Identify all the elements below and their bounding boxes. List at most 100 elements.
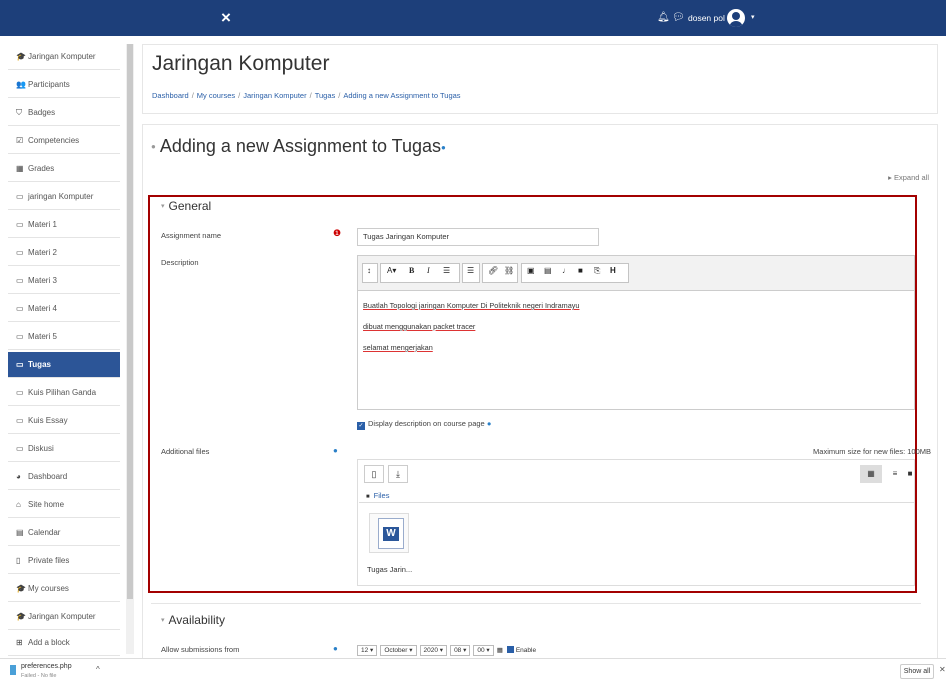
- sidebar-item-materi-1[interactable]: ▭ Materi 1: [8, 212, 120, 238]
- bold-icon[interactable]: B: [409, 266, 414, 275]
- font-style-icon[interactable]: A▾: [387, 266, 396, 275]
- additional-files-label: Additional files: [161, 447, 210, 456]
- avatar[interactable]: [727, 9, 745, 27]
- month-select[interactable]: October ▾: [380, 645, 417, 656]
- add-file-icon[interactable]: ▯: [364, 465, 384, 483]
- assignment-name-input[interactable]: Tugas Jaringan Komputer: [357, 228, 599, 246]
- sidebar-item-calendar[interactable]: ▤ Calendar: [8, 520, 120, 546]
- sidebar-item-dashboard[interactable]: ◕ Dashboard: [8, 464, 120, 490]
- media-icon[interactable]: ▤: [544, 266, 552, 275]
- toolbar-group: A▾ B I ☰: [380, 263, 460, 283]
- sidebar-item-site-home[interactable]: ⌂ Site home: [8, 492, 120, 518]
- sidebar-item-competencies[interactable]: ☑ Competencies: [8, 128, 120, 154]
- toolbar-group: 🔗︎ ⛓: [482, 263, 518, 283]
- download-file-name[interactable]: preferences.php: [21, 663, 72, 670]
- file-drop-area[interactable]: W Tugas Jarin...: [359, 502, 914, 586]
- video-camera-icon[interactable]: ■: [578, 266, 583, 275]
- allow-submissions-date: 12 ▾ October ▾ 2020 ▾ 08 ▾ 00 ▾ ▦ Enable: [357, 645, 536, 656]
- sidebar-item-tugas[interactable]: ▭ Tugas: [8, 352, 120, 378]
- sidebar-item-badges[interactable]: ⛉ Badges: [8, 100, 120, 126]
- sidebar-item-add-a-block[interactable]: ⊞ Add a block: [8, 630, 120, 656]
- folder-icon: ▭: [16, 416, 24, 425]
- breadcrumb-course[interactable]: Jaringan Komputer: [243, 91, 306, 100]
- display-description-checkbox[interactable]: ✓: [357, 422, 365, 430]
- manage-files-icon[interactable]: ⎘: [594, 266, 600, 276]
- help-icon[interactable]: ●: [487, 419, 492, 428]
- chevron-down-icon[interactable]: ▾: [751, 13, 755, 21]
- sidebar-item-label: Tugas: [28, 360, 51, 369]
- unlink-icon[interactable]: ⛓: [504, 266, 514, 275]
- scrollbar-thumb[interactable]: [127, 44, 133, 599]
- breadcrumb-section[interactable]: Tugas: [315, 91, 336, 100]
- breadcrumb-current[interactable]: Adding a new Assignment to Tugas: [343, 91, 460, 100]
- sidebar-item-grades[interactable]: ▦ Grades: [8, 156, 120, 182]
- sidebar-item-diskusi[interactable]: ▭ Diskusi: [8, 436, 120, 462]
- description-editor[interactable]: ↕ A▾ B I ☰ ☰ 🔗︎ ⛓ ▣ ▤ ♩ ■ ⎘ H Buatlah To…: [357, 255, 915, 410]
- expand-all-link[interactable]: ▸ Expand all: [888, 173, 929, 182]
- day-select[interactable]: 12 ▾: [357, 645, 378, 656]
- top-navbar: × 🔔︎ 💬︎ dosen pol ▾: [0, 0, 946, 36]
- sidebar-item-label: jaringan Komputer: [28, 192, 94, 201]
- list-view-icon[interactable]: ≡: [884, 465, 906, 483]
- sidebar-item-label: Kuis Essay: [28, 416, 68, 425]
- editor-content[interactable]: Buatlah Topologi jaringan Komputer Di Po…: [358, 291, 914, 362]
- sidebar-item-label: Materi 2: [28, 248, 57, 257]
- help-icon[interactable]: ●: [333, 446, 338, 455]
- user-name[interactable]: dosen pol: [688, 13, 725, 23]
- italic-icon[interactable]: I: [427, 266, 430, 275]
- breadcrumb-my-courses[interactable]: My courses: [197, 91, 235, 100]
- sidebar-item-kuis-essay[interactable]: ▭ Kuis Essay: [8, 408, 120, 434]
- sidebar-item-kuis-pilihan-ganda[interactable]: ▭ Kuis Pilihan Ganda: [8, 380, 120, 406]
- section-general[interactable]: ▾ General: [161, 199, 211, 213]
- bell-icon[interactable]: 🔔︎: [657, 12, 670, 23]
- sidebar-item-private-files[interactable]: ▯ Private files: [8, 548, 120, 574]
- grid-view-icon[interactable]: ▦: [860, 465, 882, 483]
- image-icon[interactable]: ▣: [527, 266, 535, 275]
- h5p-icon[interactable]: H: [610, 266, 616, 275]
- section-availability[interactable]: ▾ Availability: [161, 613, 225, 627]
- minute-select[interactable]: 00 ▾: [473, 645, 494, 656]
- folder-icon: ■: [366, 494, 370, 500]
- sidebar-scrollbar[interactable]: [126, 44, 134, 654]
- sidebar-item-jaringan-komputer[interactable]: 🎓 Jaringan Komputer: [8, 44, 120, 70]
- sidebar-item-jaringan-komputer[interactable]: 🎓 Jaringan Komputer: [8, 604, 120, 630]
- page-title: Jaringan Komputer: [152, 52, 330, 75]
- sidebar-item-materi-2[interactable]: ▭ Materi 2: [8, 240, 120, 266]
- microphone-icon[interactable]: ♩: [562, 266, 570, 275]
- enable-checkbox[interactable]: [506, 646, 514, 653]
- word-logo-icon: W: [383, 527, 399, 541]
- sidebar-item-my-courses[interactable]: 🎓 My courses: [8, 576, 120, 602]
- assignment-icon: ●: [151, 142, 156, 151]
- sidebar-item-jaringan-komputer[interactable]: ▭ jaringan Komputer: [8, 184, 120, 210]
- help-icon[interactable]: ●: [441, 143, 446, 152]
- breadcrumb-dashboard[interactable]: Dashboard: [152, 91, 189, 100]
- sidebar-item-materi-5[interactable]: ▭ Materi 5: [8, 324, 120, 350]
- ordered-list-icon[interactable]: ☰: [467, 266, 474, 275]
- hour-select[interactable]: 08 ▾: [450, 645, 471, 656]
- sidebar-item-label: Add a block: [28, 638, 70, 647]
- collapse-toolbar-icon[interactable]: ↕: [367, 266, 371, 275]
- word-file-icon[interactable]: W: [369, 513, 409, 553]
- link-icon[interactable]: 🔗︎: [488, 266, 498, 275]
- file-name[interactable]: Tugas Jarin...: [367, 565, 412, 574]
- graduation-cap-icon: 🎓: [16, 52, 26, 61]
- calendar-icon[interactable]: ▦: [497, 647, 503, 654]
- help-icon[interactable]: ●: [333, 644, 338, 653]
- year-select[interactable]: 2020 ▾: [419, 645, 448, 656]
- sidebar-item-materi-3[interactable]: ▭ Materi 3: [8, 268, 120, 294]
- sidebar-item-materi-4[interactable]: ▭ Materi 4: [8, 296, 120, 322]
- users-icon: 👥: [16, 80, 26, 89]
- show-all-button[interactable]: Show all: [900, 664, 934, 679]
- sidebar-item-label: Competencies: [28, 136, 80, 145]
- badge-icon: ⛉: [16, 108, 22, 117]
- download-icon[interactable]: ⤓: [388, 465, 408, 483]
- chevron-up-icon[interactable]: ^: [96, 665, 100, 674]
- close-icon[interactable]: ✕: [939, 665, 946, 674]
- tree-view-icon[interactable]: ■: [906, 465, 914, 483]
- unordered-list-icon[interactable]: ☰: [443, 266, 450, 275]
- sidebar-item-participants[interactable]: 👥 Participants: [8, 72, 120, 98]
- close-icon[interactable]: ×: [221, 8, 231, 28]
- files-path-label[interactable]: Files: [374, 491, 390, 500]
- chat-icon[interactable]: 💬︎: [672, 12, 685, 23]
- section-availability-title: Availability: [168, 613, 225, 627]
